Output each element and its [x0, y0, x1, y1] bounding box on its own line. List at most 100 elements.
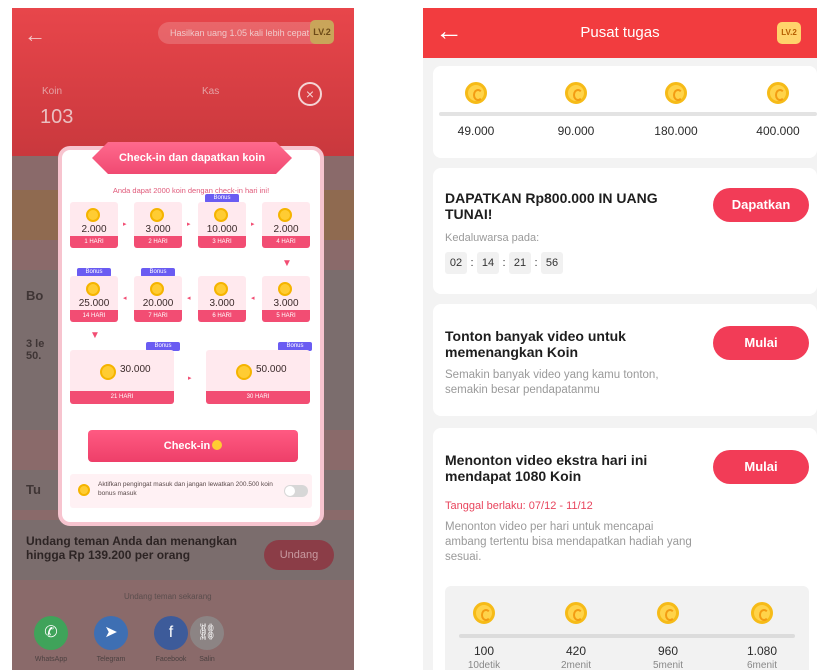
- milestone-value: 180.000: [654, 124, 698, 138]
- share-label-salin: Salin: [199, 656, 215, 663]
- task-description: Semakin banyak video yang kamu tonton, s…: [445, 369, 659, 396]
- video-task-card: Tonton banyak video untuk memenangkan Ko…: [433, 304, 817, 416]
- day-cell-large: 30.000 21 HARI: [70, 350, 174, 404]
- left-header: ← Hasilkan uang 1.05 kali lebih cepat LV…: [12, 8, 354, 156]
- milestone-coins: 100: [473, 644, 495, 658]
- coin-icon: [212, 440, 223, 450]
- milestone-card: 49.000 90.000 180.000 400.000: [433, 66, 817, 158]
- progress-track: [439, 112, 817, 116]
- milestone-time: 6menit: [746, 660, 777, 670]
- coin-icon: [473, 602, 495, 624]
- coin-icon: [86, 208, 100, 222]
- day-label: 21 HARI: [70, 391, 174, 404]
- extra-milestone-panel: 100 10detik 420 2menit 960 5menit 1.080 …: [445, 586, 809, 670]
- milestone-time: 5menit: [652, 660, 683, 670]
- milestone-coins: 1.080: [746, 644, 778, 658]
- coin-icon: [465, 82, 487, 104]
- day-amount: 20.000: [142, 298, 174, 309]
- day-cell: 10.000 3 HARI: [198, 202, 246, 248]
- kas-label: Kas: [202, 86, 220, 97]
- link-icon[interactable]: ⛓: [190, 616, 224, 650]
- checkin-button[interactable]: Check-in: [88, 430, 298, 462]
- left-screen: ← Hasilkan uang 1.05 kali lebih cepat LV…: [12, 8, 354, 670]
- day-amount: 25.000: [78, 298, 110, 309]
- share-label-whatsapp: WhatsApp: [34, 656, 68, 663]
- task-snippet: 3 le 50.: [26, 338, 45, 362]
- back-arrow-icon[interactable]: ←: [435, 16, 463, 46]
- day-amount: 3.000: [145, 224, 171, 235]
- day-label: 7 HARI: [134, 310, 182, 322]
- day-cell: 25.000 14 HARI: [70, 276, 118, 322]
- level-badge: LV.2: [310, 20, 334, 44]
- arrow-right-icon: ▸: [123, 221, 127, 228]
- day-label: 5 HARI: [262, 310, 310, 322]
- milestone-coins: 960: [657, 644, 679, 658]
- checkin-button-label: Check-in: [163, 440, 211, 452]
- speed-pill[interactable]: Hasilkan uang 1.05 kali lebih cepat: [158, 22, 328, 44]
- level-badge: LV.2: [777, 22, 801, 44]
- page-title: Pusat tugas: [580, 24, 660, 41]
- arrow-right-icon: ▸: [188, 375, 192, 382]
- milestone-time: 2menit: [560, 660, 591, 670]
- dapatkan-button[interactable]: Dapatkan: [713, 188, 809, 222]
- arrow-down-icon: ▼: [90, 330, 100, 341]
- timer-minutes: 14: [477, 252, 499, 274]
- timer-separator: :: [534, 257, 538, 269]
- back-arrow-icon[interactable]: ←: [24, 22, 48, 47]
- koin-value: 103: [40, 106, 74, 128]
- timer-seconds: 21: [509, 252, 531, 274]
- milestone-value: 90.000: [557, 124, 595, 138]
- expiry-label: Kedaluwarsa pada:: [445, 232, 540, 244]
- invite-button[interactable]: Undang: [264, 540, 334, 570]
- coin-icon: [150, 282, 164, 296]
- whatsapp-icon[interactable]: ✆: [34, 616, 68, 650]
- timer-centiseconds: 56: [541, 252, 563, 274]
- bonus-heading: Bo: [26, 288, 44, 303]
- close-icon[interactable]: ×: [298, 82, 322, 106]
- date-range: Tanggal berlaku: 07/12 - 11/12: [445, 500, 593, 512]
- coin-icon: [565, 602, 587, 624]
- coin-icon: [236, 364, 252, 380]
- tugas-heading: Tu: [26, 482, 41, 497]
- day-amount: 50.000: [256, 364, 287, 375]
- day-amount: 2.000: [273, 224, 299, 235]
- reminder-toggle[interactable]: [284, 485, 308, 497]
- coin-icon: [100, 364, 116, 380]
- mulai-button[interactable]: Mulai: [713, 450, 809, 484]
- day-amount: 3.000: [209, 298, 235, 309]
- day-amount: 10.000: [206, 224, 238, 235]
- telegram-icon[interactable]: ➤: [94, 616, 128, 650]
- reminder-text: Aktifkan pengingat masuk dan jangan lewa…: [98, 481, 273, 497]
- day-amount: 30.000: [120, 364, 151, 375]
- modal-subtitle: Anda dapat 2000 koin dengan check-in har…: [112, 186, 270, 195]
- coin-icon: [150, 208, 164, 222]
- facebook-icon[interactable]: f: [154, 616, 188, 650]
- milestone-value: 49.000: [457, 124, 495, 138]
- arrow-left-icon: ◂: [187, 295, 191, 302]
- coin-icon: [214, 282, 228, 296]
- day-label: 6 HARI: [198, 310, 246, 322]
- arrow-down-icon: ▼: [282, 258, 292, 269]
- cash-task-card: DAPATKAN Rp800.000 IN UANG TUNAI! Dapatk…: [433, 168, 817, 294]
- milestone-value: 400.000: [756, 124, 800, 138]
- task-title: DAPATKAN Rp800.000 IN UANG TUNAI!: [445, 190, 658, 222]
- coin-icon: [278, 208, 292, 222]
- coin-icon: [78, 484, 90, 496]
- task-title: Menonton video ekstra hari ini mendapat …: [445, 452, 648, 484]
- arrow-right-icon: ▸: [251, 221, 255, 228]
- timer-separator: :: [470, 257, 474, 269]
- day-cell: 2.000 1 HARI: [70, 202, 118, 248]
- task-center-header: Pusat tugas ← LV.2: [423, 8, 817, 58]
- day-cell: 3.000 6 HARI: [198, 276, 246, 322]
- day-label: 14 HARI: [70, 310, 118, 322]
- share-label-telegram: Telegram: [96, 656, 126, 663]
- timer-hours: 02: [445, 252, 467, 274]
- coin-icon: [565, 82, 587, 104]
- reminder-row: Aktifkan pengingat masuk dan jangan lewa…: [70, 474, 312, 508]
- mulai-button[interactable]: Mulai: [713, 326, 809, 360]
- day-label: 1 HARI: [70, 236, 118, 248]
- timer-separator: :: [502, 257, 506, 269]
- day-cell: 3.000 5 HARI: [262, 276, 310, 322]
- countdown-timer: 02 : 14 : 21 : 56: [445, 252, 585, 274]
- progress-track: [459, 634, 795, 638]
